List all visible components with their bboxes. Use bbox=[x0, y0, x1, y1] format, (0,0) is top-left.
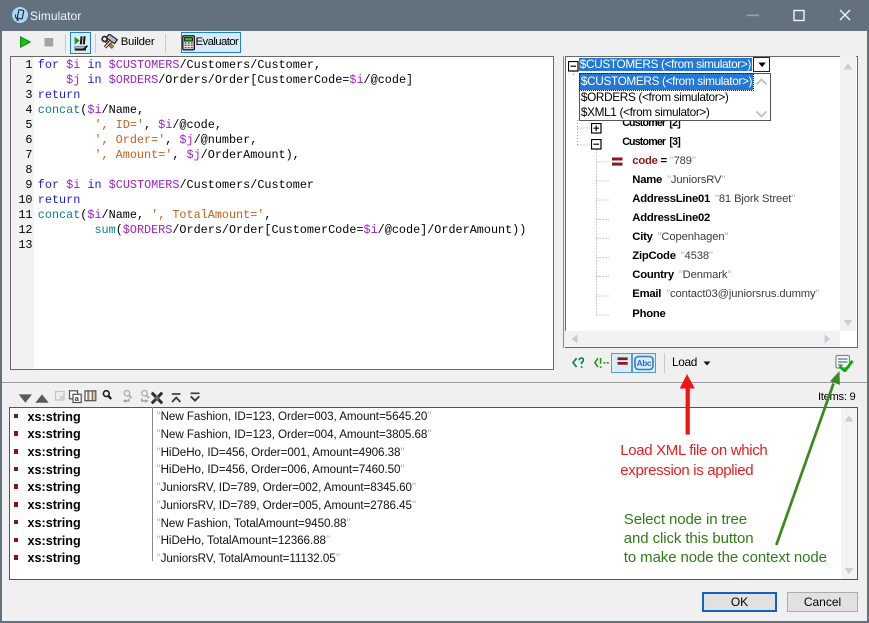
svg-text:Abc: Abc bbox=[637, 359, 652, 368]
